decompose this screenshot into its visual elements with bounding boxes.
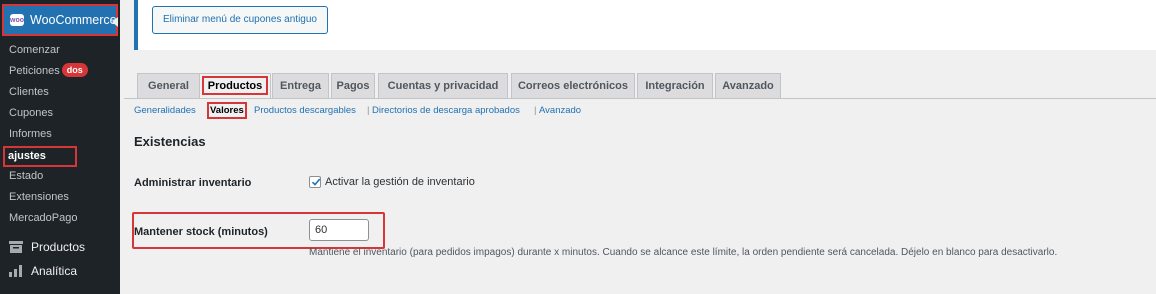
- tab-avanzado[interactable]: Avanzado: [715, 73, 781, 98]
- notice-panel: Eliminar menú de cupones antiguo: [134, 0, 1156, 50]
- tabs-divider: [124, 98, 1156, 99]
- manage-stock-checkbox[interactable]: [309, 176, 321, 188]
- manage-stock-option[interactable]: Activar la gestión de inventario: [309, 176, 475, 188]
- tab-cuentas-privacidad[interactable]: Cuentas y privacidad: [378, 73, 508, 98]
- sidebar-item-comenzar[interactable]: Comenzar: [0, 40, 120, 61]
- admin-sidebar: woo WooCommerce Comenzar Peticiones dos C…: [0, 0, 120, 294]
- checkmark-icon: [311, 178, 321, 186]
- hold-stock-description: Mantiene el inventario (para pedidos imp…: [309, 247, 1058, 258]
- remove-legacy-coupon-menu-button[interactable]: Eliminar menú de cupones antiguo: [152, 6, 328, 34]
- analytics-icon: [9, 265, 22, 277]
- section-title: Existencias: [134, 134, 206, 149]
- tab-correos[interactable]: Correos electrónicos: [511, 73, 635, 98]
- sidebar-item-ajustes[interactable]: ajustes: [3, 146, 77, 167]
- subnav-productos-descargables[interactable]: Productos descargables: [254, 105, 356, 116]
- sidebar-item-cupones[interactable]: Cupones: [0, 103, 120, 124]
- hold-stock-input[interactable]: 60: [309, 219, 369, 241]
- woocommerce-logo-icon: woo: [10, 14, 24, 26]
- count-badge: dos: [61, 63, 88, 77]
- hold-stock-label: Mantener stock (minutos): [134, 226, 268, 238]
- sidebar-item-clientes[interactable]: Clientes: [0, 82, 120, 103]
- subnav-valores[interactable]: Valores: [207, 102, 247, 119]
- products-icon: [9, 241, 23, 253]
- subnav-avanzado[interactable]: Avanzado: [539, 105, 581, 116]
- sidebar-item-analitica[interactable]: Analítica: [0, 259, 120, 283]
- tab-entrega[interactable]: Entrega: [272, 73, 329, 98]
- sidebar-item-extensiones[interactable]: Extensiones: [0, 187, 120, 208]
- sidebar-item-mercadopago[interactable]: MercadoPago: [0, 208, 120, 229]
- tab-general[interactable]: General: [137, 73, 200, 98]
- subnav-separator: |: [367, 105, 370, 116]
- subnav-directorios-descarga[interactable]: Directorios de descarga aprobados: [372, 105, 520, 116]
- sidebar-item-informes[interactable]: Informes: [0, 124, 120, 145]
- sidebar-item-label: Peticiones: [9, 65, 60, 77]
- manage-stock-checkbox-label: Activar la gestión de inventario: [325, 176, 475, 188]
- tab-productos[interactable]: Productos: [199, 73, 271, 98]
- sidebar-item-label: Productos: [31, 240, 86, 254]
- sidebar-item-estado[interactable]: Estado: [0, 166, 120, 187]
- manage-stock-label: Administrar inventario: [134, 177, 252, 189]
- tab-integracion[interactable]: Integración: [637, 73, 713, 98]
- tab-pagos[interactable]: Pagos: [331, 73, 375, 98]
- woocommerce-menu-header[interactable]: woo WooCommerce: [2, 4, 118, 36]
- current-menu-arrow-icon: [112, 17, 118, 27]
- sidebar-item-productos[interactable]: Productos: [0, 235, 120, 259]
- sidebar-item-peticiones[interactable]: Peticiones dos: [0, 61, 120, 82]
- woocommerce-menu-title: WooCommerce: [30, 13, 117, 27]
- subnav-generalidades[interactable]: Generalidades: [134, 105, 196, 116]
- sidebar-item-label: Analítica: [31, 264, 78, 278]
- subnav-separator: |: [534, 105, 537, 116]
